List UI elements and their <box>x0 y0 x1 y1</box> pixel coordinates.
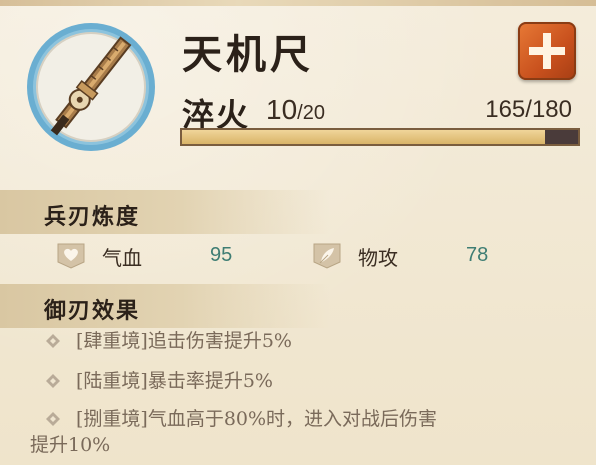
temper-max: /20 <box>297 102 325 124</box>
diamond-bullet-icon <box>46 412 60 426</box>
feather-icon <box>310 240 344 270</box>
stat-hp-label: 气血 <box>102 246 142 270</box>
plus-icon <box>529 33 565 69</box>
temper-progress-fill <box>182 130 545 144</box>
stat-attack-label: 物攻 <box>358 246 398 270</box>
effect-text: [陆重境]暴击率提升5% <box>76 370 273 392</box>
effect-text: [捌重境]气血高于80%时，进入对战后伤害 <box>76 408 438 430</box>
item-detail-panel: 天机尺 淬火 10/20 165/180 兵刃炼度 气血 95 物攻 78 御刃… <box>0 0 596 465</box>
temper-level: 10/20 <box>266 94 325 126</box>
temper-current: 10 <box>266 94 298 125</box>
ruler-blade-icon <box>24 20 158 154</box>
effect-text-continuation: 提升10% <box>30 434 111 456</box>
effects-section-title: 御刃效果 <box>44 298 141 324</box>
add-button[interactable] <box>518 22 576 80</box>
temper-exp: 165/180 <box>485 96 572 123</box>
stat-hp-value: 95 <box>210 244 233 266</box>
effect-text: [肆重境]追击伤害提升5% <box>76 330 292 352</box>
temper-progress-bar <box>180 128 580 146</box>
top-border <box>0 0 596 6</box>
diamond-bullet-icon <box>46 374 60 388</box>
diamond-bullet-icon <box>46 334 60 348</box>
effects-section-header: 御刃效果 <box>0 284 596 328</box>
refine-section-title: 兵刃炼度 <box>44 204 141 230</box>
stat-attack-value: 78 <box>466 244 489 266</box>
item-name: 天机尺 <box>182 31 314 78</box>
heart-icon <box>54 240 88 270</box>
refine-section-header: 兵刃炼度 <box>0 190 596 234</box>
